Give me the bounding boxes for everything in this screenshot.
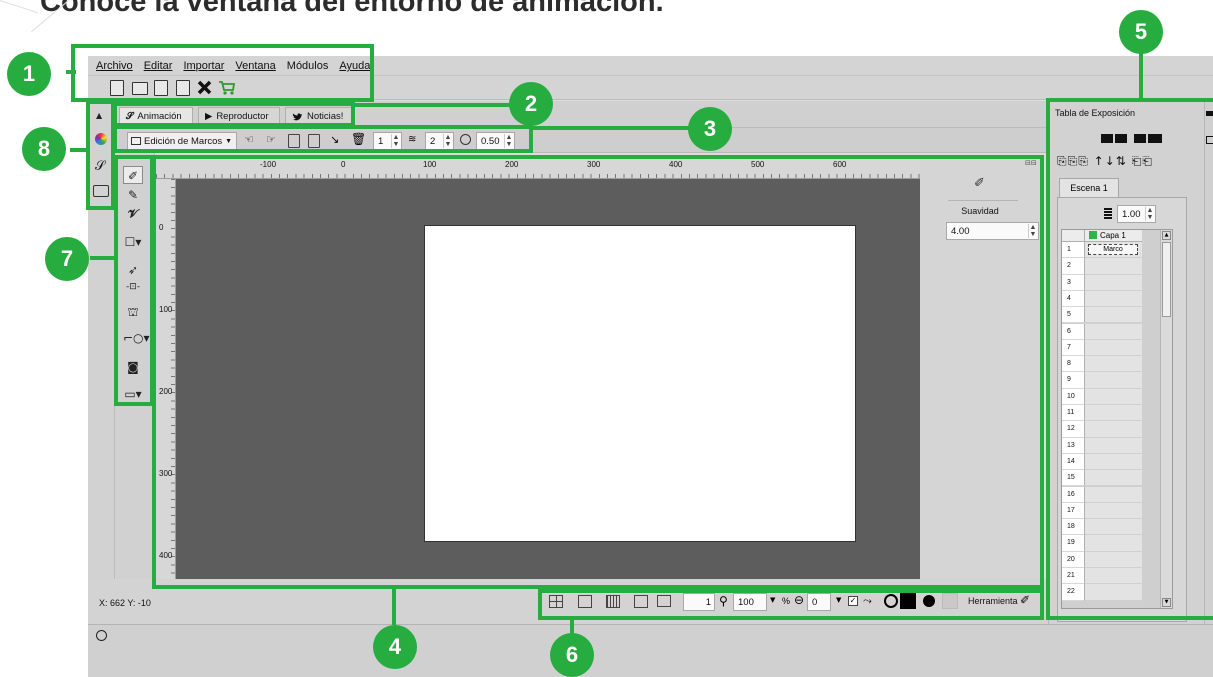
cursor-coordinates: X: 662 Y: -10 — [99, 598, 151, 608]
timer-icon[interactable] — [96, 630, 107, 641]
badge-8: 8 — [22, 127, 66, 171]
connector — [1139, 52, 1143, 100]
connector — [70, 148, 88, 152]
badge-6: 6 — [550, 633, 594, 677]
badge-5: 5 — [1119, 10, 1163, 54]
highlight-left-dock — [86, 100, 115, 210]
connector — [570, 620, 574, 634]
decorative-line — [0, 0, 39, 14]
connector — [533, 126, 691, 130]
highlight-view-controls — [538, 589, 1044, 620]
badge-3: 3 — [688, 107, 732, 151]
badge-2: 2 — [509, 82, 553, 126]
connector — [392, 589, 396, 625]
badge-4: 4 — [373, 625, 417, 669]
badge-7: 7 — [45, 237, 89, 281]
highlight-module-tabs — [113, 102, 355, 127]
highlight-canvas-area — [152, 155, 1044, 589]
connector — [353, 103, 513, 107]
highlight-exposure-sheet — [1046, 98, 1213, 620]
highlight-menu-toolbar — [71, 44, 374, 102]
bottom-bar — [88, 624, 1213, 677]
page-headline: Conoce la ventana del entorno de animaci… — [40, 0, 664, 18]
connector — [66, 70, 76, 74]
connector — [90, 256, 116, 260]
highlight-animation-controls — [113, 125, 533, 153]
badge-1: 1 — [7, 52, 51, 96]
highlight-tools-panel — [114, 155, 154, 406]
